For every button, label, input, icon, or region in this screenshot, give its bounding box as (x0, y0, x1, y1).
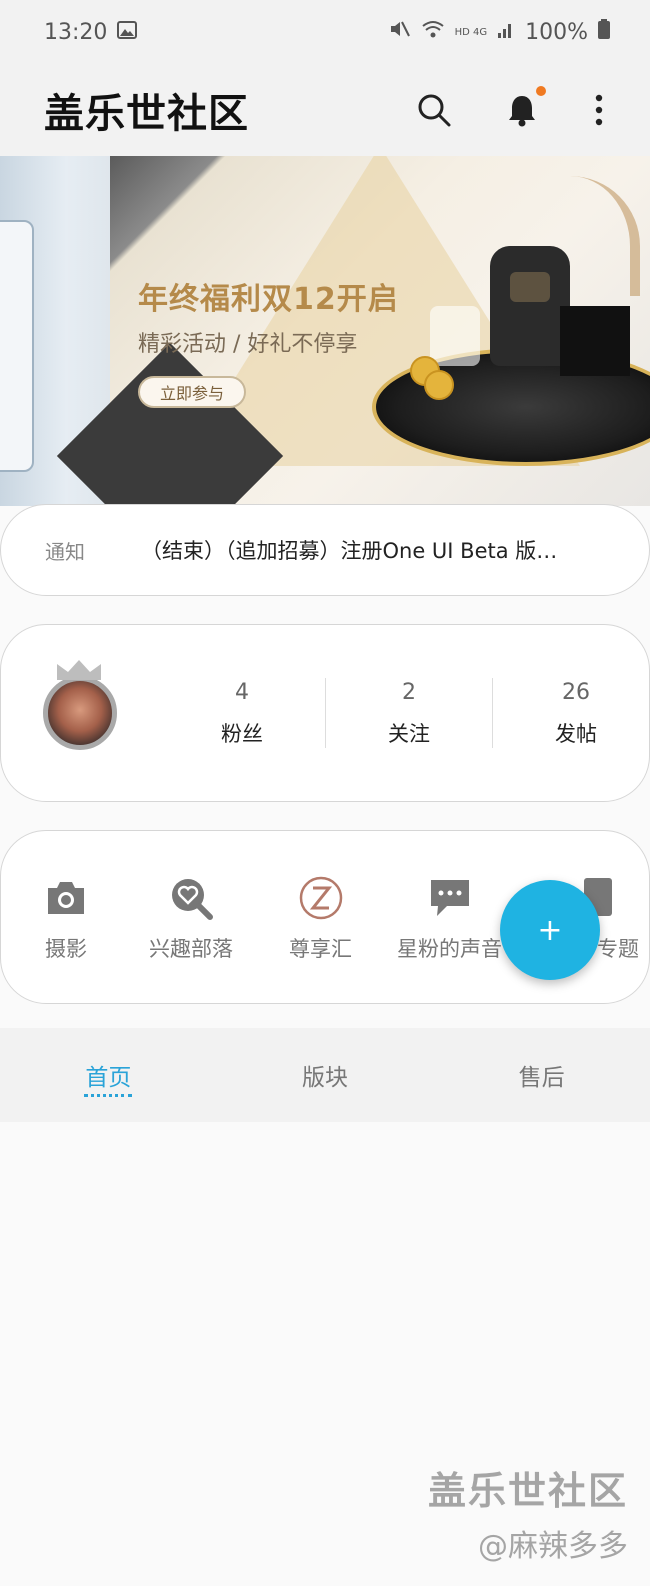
wifi-icon (421, 19, 445, 45)
watermark-author: @麻辣多多 (478, 1529, 628, 1564)
notice-label: 通知 (45, 539, 85, 564)
stat-value: 4 (235, 680, 249, 705)
shortcut-label: 摄影 (45, 937, 87, 961)
heart-search-icon (168, 875, 214, 921)
signal-icon (497, 19, 515, 45)
stat-label: 粉丝 (221, 722, 263, 746)
status-bar: 13:20 HD 4G 100% (0, 0, 650, 64)
avatar-image (43, 676, 117, 750)
notice-card[interactable]: 通知 （结束）（追加招募）注册One UI Beta 版… (0, 504, 650, 596)
stat-value: 26 (562, 680, 590, 705)
banner-title: 年终福利双12开启 (138, 282, 399, 317)
shortcut-label: 尊享汇 (289, 937, 352, 961)
shortcut-label: 兴趣部落 (149, 937, 233, 961)
products-graphic (410, 246, 640, 406)
profile-stats: 4 粉丝 2 关注 26 发帖 (159, 678, 650, 748)
notification-dot (536, 86, 546, 96)
banner-cta-button[interactable]: 立即参与 (138, 376, 246, 408)
app-bar: 盖乐世社区 (0, 64, 650, 156)
notice-text[interactable]: （结束）（追加招募）注册One UI Beta 版… (141, 535, 601, 565)
phone-graphic (0, 220, 34, 472)
battery-percent: 100% (525, 19, 588, 45)
bottom-tab-bar: 首页 版块 售后 (0, 1028, 650, 1122)
watermark-title: 盖乐世社区 (427, 1469, 628, 1513)
z-premier-icon (298, 875, 344, 921)
shortcut-label: 星粉的声音 (397, 937, 502, 961)
profile-card: 4 粉丝 2 关注 26 发帖 (0, 624, 650, 802)
shortcut-premier[interactable]: 尊享汇 (289, 875, 352, 963)
image-notification-icon (117, 20, 138, 45)
notifications-button[interactable] (504, 86, 546, 128)
avatar[interactable] (43, 660, 117, 750)
more-vertical-icon (595, 94, 603, 126)
watermark: 盖乐世社区 @麻辣多多 (428, 1460, 628, 1565)
tab-home[interactable]: 首页 (0, 1028, 217, 1122)
stat-label: 关注 (388, 722, 430, 746)
tab-boards[interactable]: 版块 (217, 1028, 434, 1122)
stat-label: 发帖 (555, 722, 597, 746)
shortcut-fan-voice[interactable]: 星粉的声音 (397, 875, 502, 963)
tab-after-sales[interactable]: 售后 (433, 1028, 650, 1122)
stat-following[interactable]: 2 关注 (325, 678, 492, 748)
chat-bubble-icon (427, 875, 473, 921)
battery-icon (598, 19, 610, 45)
more-options-button[interactable] (592, 92, 606, 128)
banner-slide[interactable]: 年终福利双12开启 精彩活动 / 好礼不停享 立即参与 (56, 156, 650, 506)
stat-posts[interactable]: 26 发帖 (492, 678, 650, 748)
network-type-label: HD 4G (454, 26, 488, 38)
add-post-button[interactable]: + (500, 880, 600, 980)
search-button[interactable] (416, 92, 452, 128)
stat-value: 2 (402, 680, 416, 705)
banner-subtitle: 精彩活动 / 好礼不停享 (138, 332, 358, 357)
search-icon (418, 94, 451, 127)
camera-icon (43, 875, 89, 921)
crown-icon (57, 660, 101, 680)
stat-followers[interactable]: 4 粉丝 (159, 678, 325, 748)
app-title: 盖乐世社区 (44, 91, 249, 137)
mute-icon (389, 19, 411, 45)
bell-icon (509, 96, 535, 127)
banner-carousel[interactable]: 年终福利双12开启 精彩活动 / 好礼不停享 立即参与 (0, 156, 650, 506)
status-time: 13:20 (44, 19, 108, 45)
shortcut-photography[interactable]: 摄影 (43, 875, 89, 963)
plus-icon: + (537, 912, 563, 948)
shortcut-interest-tribe[interactable]: 兴趣部落 (149, 875, 233, 963)
